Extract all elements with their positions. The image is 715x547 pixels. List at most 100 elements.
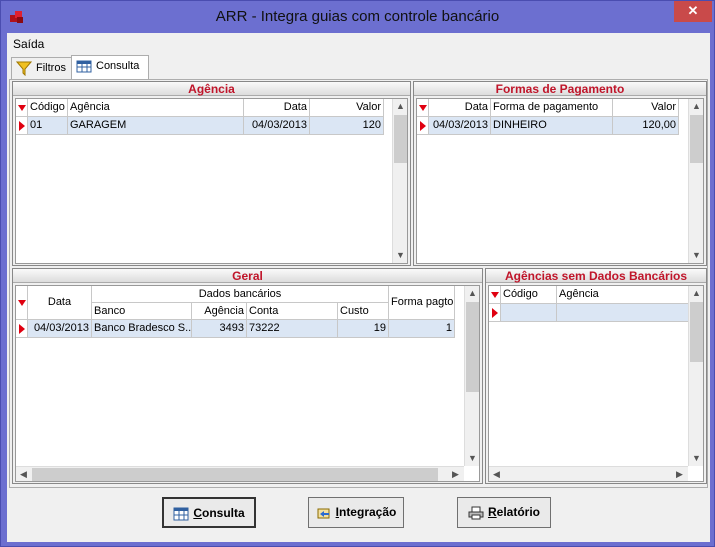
col-header-agencia[interactable]: Agência [192,303,247,320]
col-header-codigo[interactable]: Código [28,99,68,117]
col-header-codigo[interactable]: Código [501,286,557,304]
scroll-thumb[interactable] [466,302,479,392]
vertical-scrollbar[interactable]: ▲ ▼ [392,99,407,263]
scroll-right-icon[interactable]: ▶ [672,467,687,481]
scroll-up-icon[interactable]: ▲ [465,286,479,301]
tab-filtros[interactable]: Filtros [11,57,72,79]
client-area: Saída Filtros Consulta Agência Código Ag… [7,33,710,542]
col-header-valor[interactable]: Valor [310,99,384,117]
integracao-button-label: ntegração [338,505,397,519]
group-header-dados-bancarios: Dados bancários [92,286,389,303]
vertical-scrollbar[interactable]: ▲ ▼ [464,286,479,466]
geral-panel: Geral Data Dados bancários Banco Agência… [12,268,483,484]
table-icon [173,507,189,521]
grid-indicator-header [489,286,501,304]
scroll-left-icon[interactable]: ◀ [489,467,504,481]
scroll-thumb[interactable] [690,302,703,362]
col-header-forma[interactable]: Forma de pagamento [491,99,613,117]
scroll-thumb[interactable] [32,468,438,481]
cell-agencia: GARAGEM [68,117,244,135]
vertical-scrollbar[interactable]: ▲ ▼ [688,286,703,466]
scroll-thumb[interactable] [394,115,407,163]
cell-data: 04/03/2013 [429,117,491,135]
row-indicator [417,117,429,135]
cell-agencia [557,304,689,322]
vertical-scrollbar[interactable]: ▲ ▼ [688,99,703,263]
scroll-down-icon[interactable]: ▼ [465,451,479,466]
tab-strip: Filtros Consulta [7,55,710,79]
cell-forma-pagto: 1 [389,320,455,338]
sem-dados-panel-title: Agências sem Dados Bancários [486,269,706,283]
relatorio-button-label: elatório [496,505,540,519]
cell-codigo [501,304,557,322]
col-header-banco[interactable]: Banco [92,303,192,320]
col-header-data[interactable]: Data [429,99,491,117]
cell-valor: 120,00 [613,117,679,135]
current-row-arrow-icon [19,324,25,334]
sort-arrow-icon [18,300,26,306]
formas-panel: Formas de Pagamento Data Forma de pagame… [413,81,707,266]
scroll-thumb[interactable] [690,115,703,163]
tab-consulta[interactable]: Consulta [71,55,149,79]
grid-indicator-header [417,99,429,117]
scroll-down-icon[interactable]: ▼ [689,248,703,263]
formas-grid[interactable]: Data Forma de pagamento Valor 04/03/2013… [416,98,704,264]
cell-banco: Banco Bradesco S... [92,320,192,338]
integracao-button[interactable]: Integração [308,497,404,528]
scroll-down-icon[interactable]: ▼ [689,451,703,466]
menu-item-saida[interactable]: Saída [13,37,44,51]
cell-forma: DINHEIRO [491,117,613,135]
geral-grid[interactable]: Data Dados bancários Banco Agência Conta… [15,285,480,482]
table-row[interactable]: 01 GARAGEM 04/03/2013 120 [28,117,384,135]
sort-arrow-icon [491,292,499,298]
col-header-forma-pagto[interactable]: Forma pagto [389,286,455,320]
current-row-arrow-icon [492,308,498,318]
cell-conta: 73222 [247,320,338,338]
sem-dados-panel: Agências sem Dados Bancários Código Agên… [485,268,707,484]
col-header-conta[interactable]: Conta [247,303,338,320]
current-row-arrow-icon [19,121,25,131]
scroll-right-icon[interactable]: ▶ [448,467,463,481]
geral-panel-title: Geral [13,269,482,283]
table-row[interactable]: 04/03/2013 DINHEIRO 120,00 [429,117,679,135]
scroll-down-icon[interactable]: ▼ [393,248,407,263]
col-header-custo[interactable]: Custo [338,303,389,320]
relatorio-button[interactable]: Relatório [457,497,551,528]
sem-dados-grid[interactable]: Código Agência ▲ ▼ ◀ ▶ [488,285,704,482]
funnel-icon [16,61,32,76]
col-header-agencia[interactable]: Agência [68,99,244,117]
table-icon [76,60,92,73]
row-indicator [489,304,501,322]
scroll-left-icon[interactable]: ◀ [16,467,31,481]
printer-icon [468,506,484,520]
agencia-panel: Agência Código Agência Data Valor 01 GAR… [12,81,411,266]
close-button[interactable]: ✕ [674,1,712,22]
agencia-grid[interactable]: Código Agência Data Valor 01 GARAGEM 04/… [15,98,408,264]
tab-filtros-label: Filtros [36,62,66,74]
main-window: ARR - Integra guias com controle bancári… [0,0,715,547]
col-header-valor[interactable]: Valor [613,99,679,117]
consulta-button-label: onsulta [202,506,245,520]
col-header-data[interactable]: Data [28,286,92,320]
horizontal-scrollbar[interactable]: ◀ ▶ [16,466,464,481]
scroll-up-icon[interactable]: ▲ [393,99,407,114]
consulta-page: Agência Código Agência Data Valor 01 GAR… [9,79,708,488]
table-row[interactable]: 04/03/2013 Banco Bradesco S... 3493 7322… [28,320,455,338]
horizontal-scrollbar[interactable]: ◀ ▶ [489,466,688,481]
cell-data: 04/03/2013 [28,320,92,338]
row-indicator [16,320,28,338]
sort-arrow-icon [18,105,26,111]
consulta-button[interactable]: Consulta [162,497,256,528]
scroll-up-icon[interactable]: ▲ [689,99,703,114]
relatorio-button-accel: R [487,505,497,519]
grid-indicator-header [16,286,28,320]
table-row-empty[interactable] [501,304,689,322]
window-title: ARR - Integra guias com controle bancári… [215,8,500,25]
integrate-icon [317,508,330,519]
row-indicator [16,117,28,135]
title-bar[interactable]: ARR - Integra guias com controle bancári… [1,1,714,33]
col-header-agencia[interactable]: Agência [557,286,689,304]
scroll-up-icon[interactable]: ▲ [689,286,703,301]
col-header-data[interactable]: Data [244,99,310,117]
cell-custo: 19 [338,320,389,338]
